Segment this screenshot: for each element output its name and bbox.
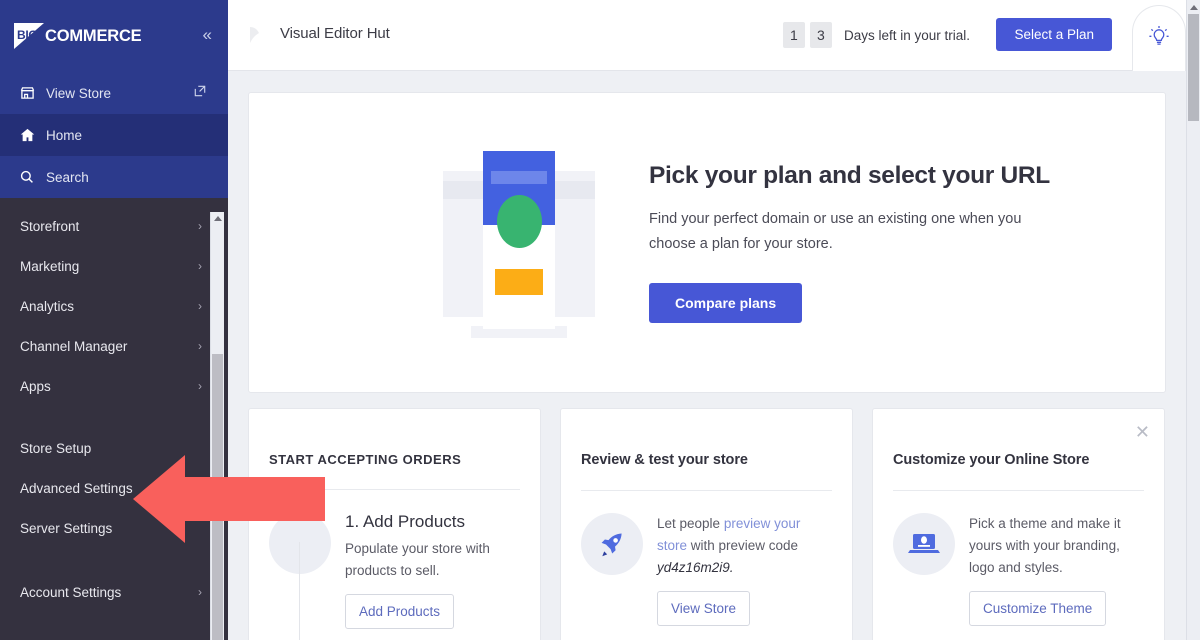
desc-prefix: Let people	[657, 516, 724, 531]
chevron-right-icon: ›	[198, 379, 202, 393]
card-description: Let people preview your store with previ…	[657, 513, 832, 579]
lightbulb-icon	[1146, 23, 1172, 54]
sidebar-item-search[interactable]: Search	[0, 156, 228, 198]
customize-theme-button[interactable]: Customize Theme	[969, 591, 1106, 626]
card-review-test-store: Review & test your store Let people prev…	[560, 408, 853, 640]
double-chevron-left-icon[interactable]: «	[203, 26, 212, 43]
external-link-icon[interactable]	[194, 85, 206, 100]
bigcommerce-logo[interactable]: BIG COMMERCE	[14, 21, 141, 51]
close-icon[interactable]: ✕	[1135, 423, 1150, 441]
card-title: START ACCEPTING ORDERS	[269, 409, 520, 467]
sidebar-item-label: Advanced Settings	[20, 481, 133, 496]
step-circle-icon	[269, 512, 331, 574]
sidebar-item-label: Channel Manager	[20, 339, 127, 354]
card-divider	[269, 489, 520, 490]
card-start-accepting-orders: START ACCEPTING ORDERS 1. Add Products P…	[248, 408, 541, 640]
chevron-right-icon: ›	[198, 339, 202, 353]
chevron-right-icon: ›	[198, 219, 202, 233]
card-divider	[893, 490, 1144, 491]
desc-mid: with preview code	[687, 538, 798, 553]
trial-counter: 1 3 Days left in your trial.	[783, 22, 970, 48]
scroll-up-arrow-icon[interactable]	[214, 216, 222, 221]
sidebar-item-label: Store Setup	[20, 441, 91, 456]
page-scrollbar-thumb[interactable]	[1188, 14, 1199, 121]
compare-plans-button[interactable]: Compare plans	[649, 283, 802, 323]
card-step-title: 1. Add Products	[345, 512, 520, 532]
bigcommerce-admin-screen: BIG COMMERCE « View Store	[0, 0, 1200, 640]
sidebar-item-label: Analytics	[20, 299, 74, 314]
card-title: Review & test your store	[581, 409, 832, 468]
sidebar-nav: Storefront › Marketing › Analytics › Cha…	[0, 198, 228, 612]
scroll-up-arrow-icon[interactable]	[1190, 5, 1198, 10]
add-products-button[interactable]: Add Products	[345, 594, 454, 629]
hero-banner: Pick your plan and select your URL Find …	[248, 92, 1166, 393]
sidebar-item-marketing[interactable]: Marketing ›	[0, 246, 228, 286]
sidebar: BIG COMMERCE « View Store	[0, 0, 228, 640]
store-outline-icon	[244, 22, 270, 48]
sidebar-item-label: Account Settings	[20, 585, 121, 600]
page-scrollbar[interactable]	[1186, 0, 1200, 640]
rocket-icon	[581, 513, 643, 575]
step-connector-line	[299, 542, 300, 640]
card-description: Populate your store with products to sel…	[345, 538, 520, 582]
home-icon	[20, 127, 42, 143]
card-customize-online-store: ✕ Customize your Online Store Pick a the…	[872, 408, 1165, 640]
top-header: Visual Editor Hut 1 3 Days left in your …	[228, 0, 1200, 71]
sidebar-item-label: Apps	[20, 379, 51, 394]
trial-text: Days left in your trial.	[844, 28, 970, 43]
sidebar-item-analytics[interactable]: Analytics ›	[0, 286, 228, 326]
sidebar-item-label: Home	[46, 128, 82, 143]
sidebar-item-account-settings[interactable]: Account Settings ›	[0, 572, 228, 612]
sidebar-item-apps[interactable]: Apps ›	[0, 366, 228, 406]
store-icon	[20, 85, 42, 101]
sidebar-scrollbar-thumb[interactable]	[212, 354, 223, 640]
preview-code: yd4z16m2i9.	[657, 560, 734, 575]
logo-mark-text: BIG	[17, 29, 37, 41]
trial-digit: 1	[783, 22, 805, 48]
chevron-right-icon: ›	[198, 299, 202, 313]
search-icon	[20, 169, 42, 185]
card-title: Customize your Online Store	[893, 409, 1144, 468]
sidebar-divider-gap	[0, 548, 228, 572]
trial-digit: 3	[810, 22, 832, 48]
view-store-button[interactable]: View Store	[657, 591, 750, 626]
hero-title: Pick your plan and select your URL	[649, 162, 1109, 190]
hero-copy: Pick your plan and select your URL Find …	[649, 162, 1109, 323]
card-description: Pick a theme and make it yours with your…	[969, 513, 1144, 579]
sidebar-item-label: Marketing	[20, 259, 79, 274]
laptop-icon	[893, 513, 955, 575]
sidebar-item-label: View Store	[46, 86, 111, 101]
sidebar-top-group: View Store Home	[0, 72, 228, 198]
hero-description: Find your perfect domain or use an exist…	[649, 207, 1069, 257]
card-divider	[581, 490, 832, 491]
main-content: Pick your plan and select your URL Find …	[228, 71, 1186, 640]
sidebar-item-label: Storefront	[20, 219, 79, 234]
help-tab-button[interactable]	[1132, 5, 1186, 71]
sidebar-item-server-settings[interactable]: Server Settings	[0, 508, 228, 548]
sidebar-item-store-setup[interactable]: Store Setup	[0, 428, 228, 468]
chevron-right-icon: ›	[198, 585, 202, 599]
select-a-plan-button[interactable]: Select a Plan	[996, 18, 1112, 51]
sidebar-divider-gap	[0, 406, 228, 428]
store-name: Visual Editor Hut	[280, 25, 390, 42]
sidebar-item-view-store[interactable]: View Store	[0, 72, 228, 114]
chevron-right-icon: ›	[198, 259, 202, 273]
sidebar-item-label: Search	[46, 170, 89, 185]
website-mockup-illustration	[435, 143, 605, 343]
sidebar-item-storefront[interactable]: Storefront ›	[0, 206, 228, 246]
logo-wordmark: COMMERCE	[45, 27, 141, 46]
sidebar-item-home[interactable]: Home	[0, 114, 228, 156]
onboarding-cards-row: START ACCEPTING ORDERS 1. Add Products P…	[248, 408, 1166, 640]
sidebar-scrollbar[interactable]	[210, 212, 224, 640]
bigcommerce-logo-mark-icon: BIG	[14, 23, 44, 49]
sidebar-item-advanced-settings[interactable]: Advanced Settings	[0, 468, 228, 508]
sidebar-item-label: Server Settings	[20, 521, 112, 536]
sidebar-brand-header: BIG COMMERCE «	[0, 0, 228, 72]
sidebar-item-channel-manager[interactable]: Channel Manager ›	[0, 326, 228, 366]
